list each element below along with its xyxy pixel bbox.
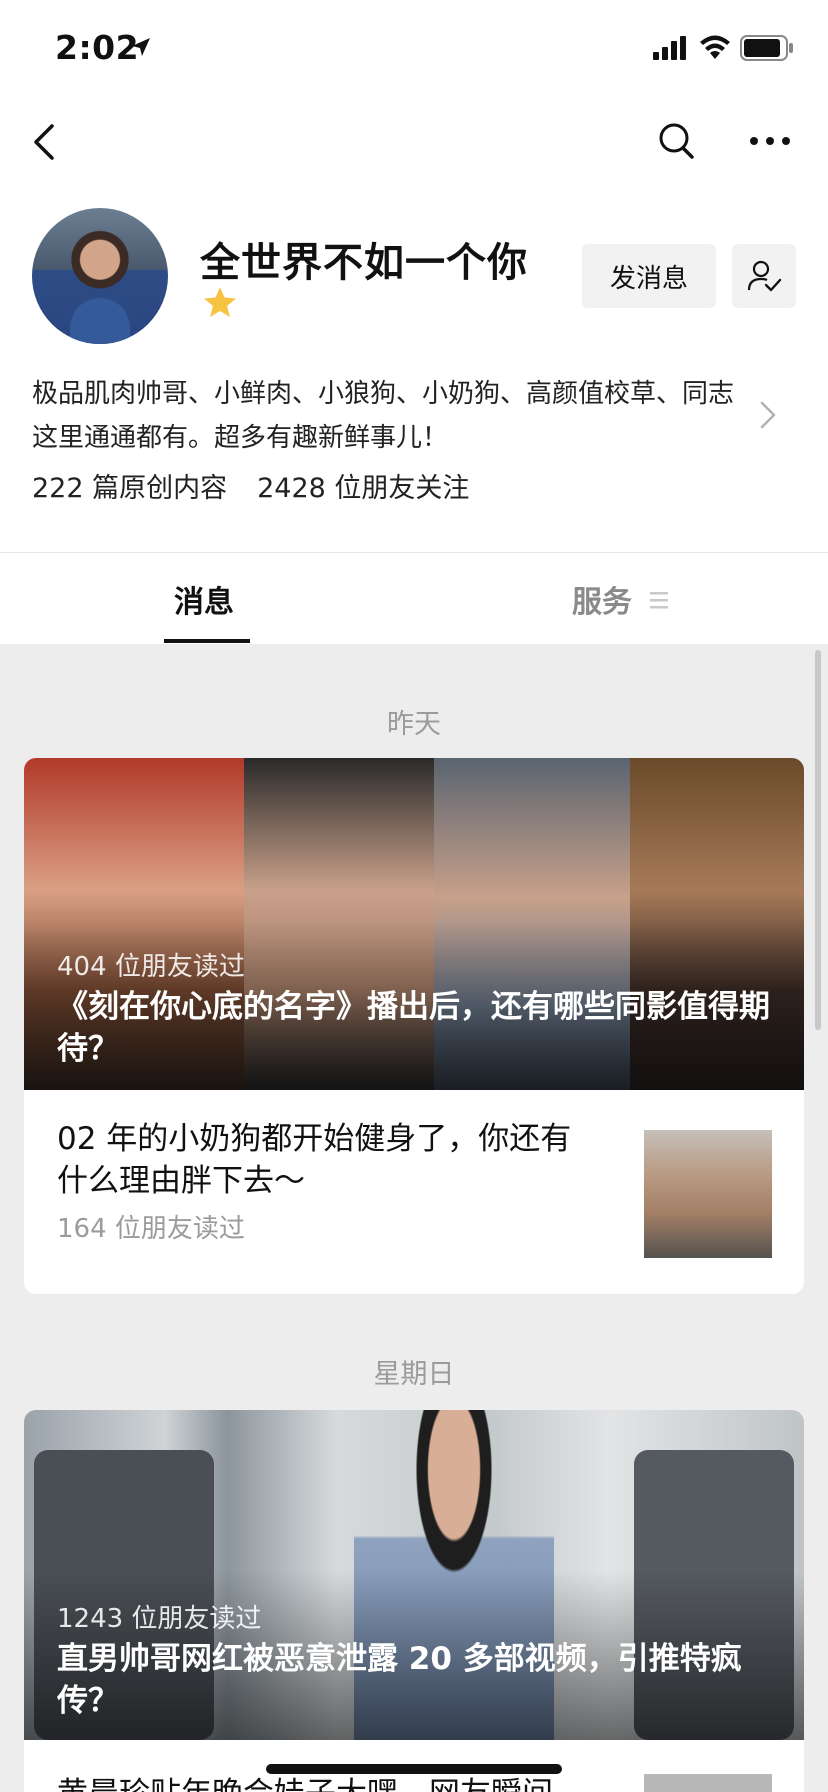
search-icon[interactable] [656, 118, 696, 162]
signal-icon [653, 36, 686, 60]
article-item[interactable]: 02 年的小奶狗都开始健身了，你还有什么理由胖下去～ 164 位朋友读过 [57, 1118, 597, 1245]
tab-active-indicator [164, 639, 250, 643]
scrollbar[interactable] [815, 650, 821, 1030]
date-label: 昨天 [387, 709, 441, 740]
wifi-icon [700, 35, 730, 59]
featured-article[interactable]: 1243 位朋友读过 直男帅哥网红被恶意泄露 20 多部视频，引推特疯传？ [24, 1410, 804, 1740]
follow-button[interactable] [732, 244, 796, 308]
article-thumbnail[interactable] [644, 1130, 772, 1258]
account-stats: 222 篇原创内容 2428 位朋友关注 [32, 466, 469, 505]
location-arrow-icon [132, 38, 150, 56]
original-count[interactable]: 222 篇原创内容 [32, 473, 227, 504]
more-icon[interactable] [748, 126, 792, 156]
message-feed[interactable]: 昨天 404 位朋友读过 《刻在你心底的名字》播出后，还有哪些同影值得期待？ 0… [0, 644, 828, 1792]
featured-title: 直男帅哥网红被恶意泄露 20 多部视频，引推特疯传？ [57, 1641, 742, 1719]
user-check-icon [747, 260, 782, 292]
tab-bar: 消息 服务 [0, 552, 828, 644]
status-time: 2:02 [55, 28, 140, 67]
article-card: 404 位朋友读过 《刻在你心底的名字》播出后，还有哪些同影值得期待？ 02 年… [24, 758, 804, 1294]
account-bio[interactable]: 极品肌肉帅哥、小鲜肉、小狼狗、小奶狗、高颜值校草、同志这里通通都有。超多有趣新鲜… [32, 372, 744, 460]
star-icon [204, 287, 236, 317]
home-indicator[interactable] [266, 1764, 562, 1774]
avatar[interactable] [32, 208, 168, 344]
profile-header: 全世界不如一个你 发消息 极品肌肉帅哥、小鲜肉、小狼狗、小奶狗、高颜值校草、同志… [0, 188, 828, 552]
follower-count[interactable]: 2428 位朋友关注 [257, 473, 469, 504]
send-message-button[interactable]: 发消息 [582, 244, 716, 308]
tab-services[interactable]: 服务 [572, 577, 632, 621]
featured-article[interactable]: 404 位朋友读过 《刻在你心底的名字》播出后，还有哪些同影值得期待？ [24, 758, 804, 1090]
article-card: 1243 位朋友读过 直男帅哥网红被恶意泄露 20 多部视频，引推特疯传？ 黄晨… [24, 1410, 804, 1792]
article-read-count: 164 位朋友读过 [57, 1214, 245, 1244]
featured-title: 《刻在你心底的名字》播出后，还有哪些同影值得期待？ [57, 989, 770, 1067]
back-icon[interactable] [30, 120, 58, 164]
account-name: 全世界不如一个你 [200, 240, 528, 286]
nav-bar [0, 96, 828, 188]
menu-icon[interactable] [648, 589, 670, 611]
battery-icon [740, 35, 793, 61]
featured-read-count: 1243 位朋友读过 [57, 1604, 262, 1634]
status-bar: 2:02 [0, 0, 828, 96]
chevron-right-icon[interactable] [758, 400, 778, 430]
date-label: 星期日 [373, 1359, 455, 1390]
tab-messages[interactable]: 消息 [174, 577, 234, 621]
featured-read-count: 404 位朋友读过 [57, 952, 245, 982]
article-thumbnail[interactable] [644, 1774, 772, 1792]
article-title: 02 年的小奶狗都开始健身了，你还有什么理由胖下去～ [57, 1121, 572, 1199]
